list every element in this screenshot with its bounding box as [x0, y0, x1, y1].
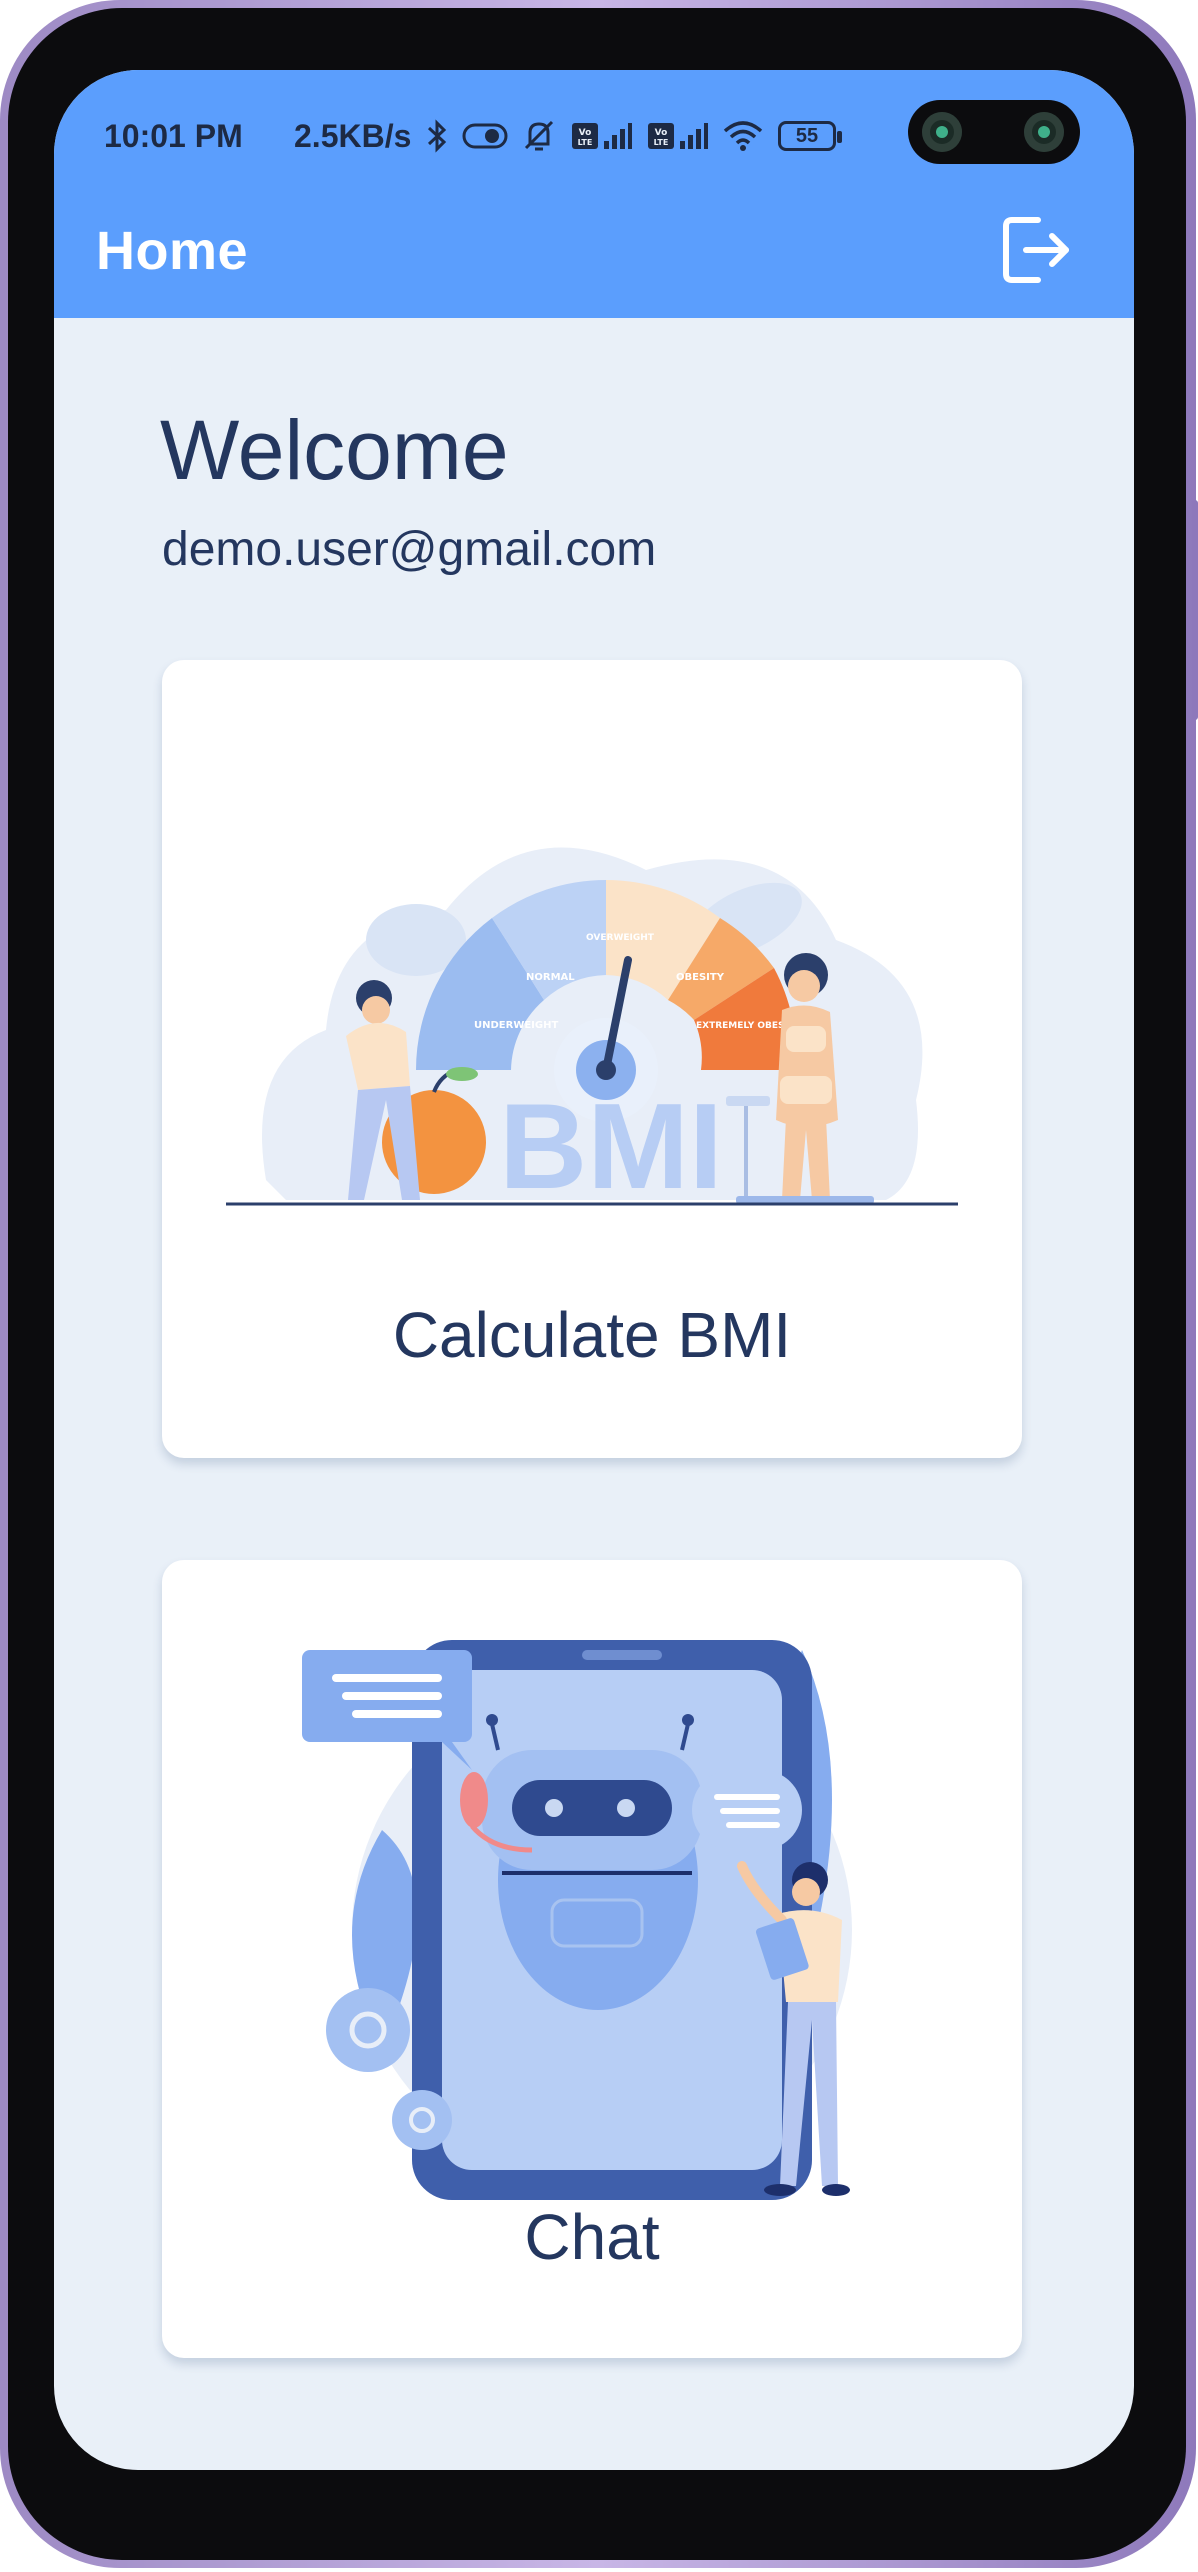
power-button [1192, 500, 1198, 720]
svg-text:LTE: LTE [654, 138, 669, 147]
gauge-label-overweight: OVERWEIGHT [586, 933, 655, 943]
logout-icon [1003, 217, 1069, 283]
bluetooth-icon [427, 119, 447, 153]
gauge-label-underweight: UNDERWEIGHT [474, 1020, 558, 1031]
camera-lens [922, 112, 962, 152]
welcome-heading: Welcome [160, 403, 509, 497]
svg-text:LTE: LTE [578, 138, 593, 147]
network-speed: 2.5KB/s [294, 118, 412, 154]
volte-signal-icon-2: VoLTE [648, 123, 708, 149]
svg-text:Vo: Vo [655, 128, 668, 138]
page-title: Home [96, 221, 249, 281]
status-time: 10:01 PM [104, 118, 243, 154]
svg-text:Vo: Vo [579, 128, 592, 138]
calculate-bmi-label: Calculate BMI [392, 1299, 792, 1371]
toggle-icon [462, 123, 508, 149]
volte-signal-icon: VoLTE [572, 123, 632, 149]
camera-lens [1024, 112, 1064, 152]
camera-cutout [908, 100, 1080, 164]
battery-icon: 55 [778, 121, 842, 151]
logout-button[interactable] [994, 208, 1078, 292]
chatbot-illustration [302, 1640, 852, 2200]
gauge-label-obesity: OBESITY [676, 972, 725, 983]
chat-card[interactable]: Chat [162, 1560, 1022, 2358]
silent-bell-icon [524, 120, 554, 151]
user-email: demo.user@gmail.com [162, 523, 657, 576]
status-icons: Vo LTE Vo LTE 55 [426, 114, 842, 158]
bmi-gauge-illustration: UNDERWEIGHT NORMAL OVERWEIGHT OBESITY EX… [226, 847, 958, 1214]
screen: 10:01 PM 2.5KB/s Vo LTE Vo LTE 55 Home Wel… [54, 70, 1134, 2470]
calculate-bmi-card[interactable]: UNDERWEIGHT NORMAL OVERWEIGHT OBESITY EX… [162, 660, 1022, 1458]
chat-label: Chat [524, 2201, 660, 2273]
bmi-art-text: BMI [499, 1078, 723, 1214]
wifi-icon [723, 121, 763, 151]
gauge-label-normal: NORMAL [526, 972, 575, 983]
